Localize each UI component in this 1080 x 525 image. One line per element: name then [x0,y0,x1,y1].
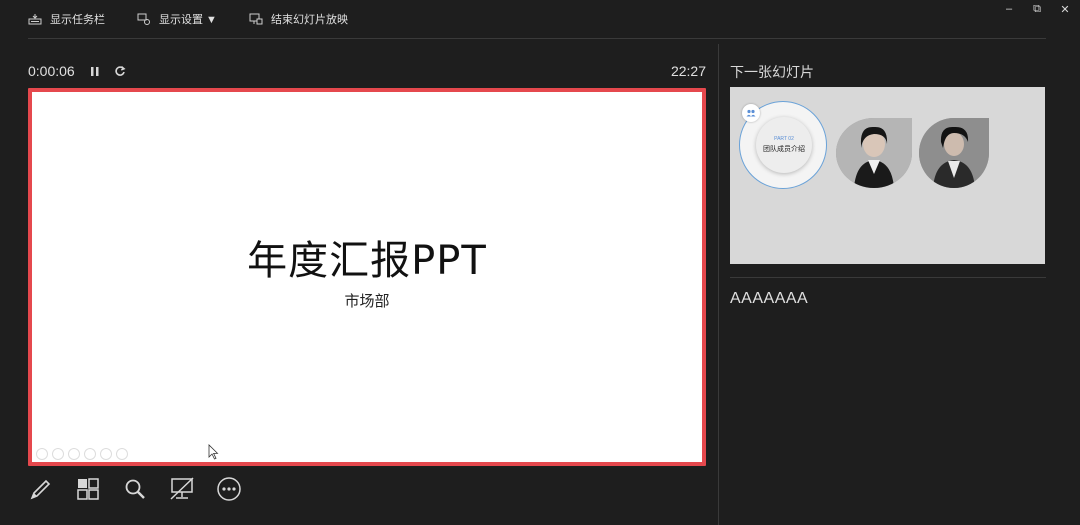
zoom-button[interactable] [122,476,148,502]
zoom-icon [125,479,145,499]
mini-forward-icon[interactable] [52,448,64,460]
toolbar-divider [28,38,1046,39]
show-taskbar-label: 显示任务栏 [50,14,105,26]
pen-icon [30,479,51,500]
speaker-notes[interactable]: AAAAAAA [730,290,808,308]
window-controls: – ⧉ ✕ [1002,2,1072,16]
slide-mini-toolbar [36,448,128,460]
part-number: PART 02 [774,136,794,142]
end-slideshow-icon [249,13,263,25]
black-screen-button[interactable] [169,476,195,502]
minimize-icon[interactable]: – [1002,2,1016,16]
display-settings-label: 显示设置 ▼ [159,14,217,26]
mini-slides-icon[interactable] [84,448,96,460]
team-intro-heading: 团队成员介绍 [763,146,805,153]
end-slideshow-button[interactable]: 结束幻灯片放映 [249,11,348,27]
restore-icon[interactable]: ⧉ [1030,2,1044,16]
show-taskbar-button[interactable]: 显示任务栏 [28,11,105,27]
notes-divider [730,277,1046,278]
slide-subtitle: 市场部 [344,292,390,310]
pane-divider [718,44,719,525]
more-options-button[interactable] [216,476,242,502]
next-slide-preview[interactable]: PART 02 团队成员介绍 [730,87,1045,264]
restart-icon [115,65,126,76]
end-slideshow-label: 结束幻灯片放映 [270,14,348,26]
slide-title: 年度汇报PPT [247,238,487,284]
elapsed-time: 0:00:06 [28,63,75,79]
close-icon[interactable]: ✕ [1058,2,1072,16]
mini-zoom-icon[interactable] [100,448,112,460]
all-slides-icon [77,478,99,500]
all-slides-button[interactable] [75,476,101,502]
top-toolbar: 显示任务栏 显示设置 ▼ 结束幻灯片放映 [0,0,1060,38]
restart-button[interactable] [114,65,126,77]
mini-more-icon[interactable] [116,448,128,460]
mouse-cursor-icon [208,444,219,460]
pause-button[interactable] [90,66,100,77]
mini-pen-icon[interactable] [68,448,80,460]
pen-tool-button[interactable] [28,476,54,502]
timer-row: 0:00:06 22:27 [28,60,706,82]
mini-back-icon[interactable] [36,448,48,460]
presenter-view: 显示任务栏 显示设置 ▼ 结束幻灯片放映 – ⧉ ✕ 0:00:06 22:27… [0,0,1080,525]
display-settings-button[interactable]: 显示设置 ▼ [137,11,217,27]
presenter-tools [28,476,242,502]
team-circle-inner: PART 02 团队成员介绍 [756,117,812,173]
more-options-icon [217,477,241,501]
team-member-photo-2 [919,118,989,188]
black-screen-icon [170,477,194,500]
current-clock: 22:27 [670,63,706,79]
next-slide-label: 下一张幻灯片 [730,64,814,80]
display-settings-icon [137,13,150,25]
pause-icon [90,66,99,76]
current-slide[interactable]: 年度汇报PPT 市场部 [28,88,706,466]
team-badge [742,104,760,122]
taskbar-icon [28,14,42,25]
people-icon [746,109,756,117]
team-member-photo-1 [836,118,912,188]
